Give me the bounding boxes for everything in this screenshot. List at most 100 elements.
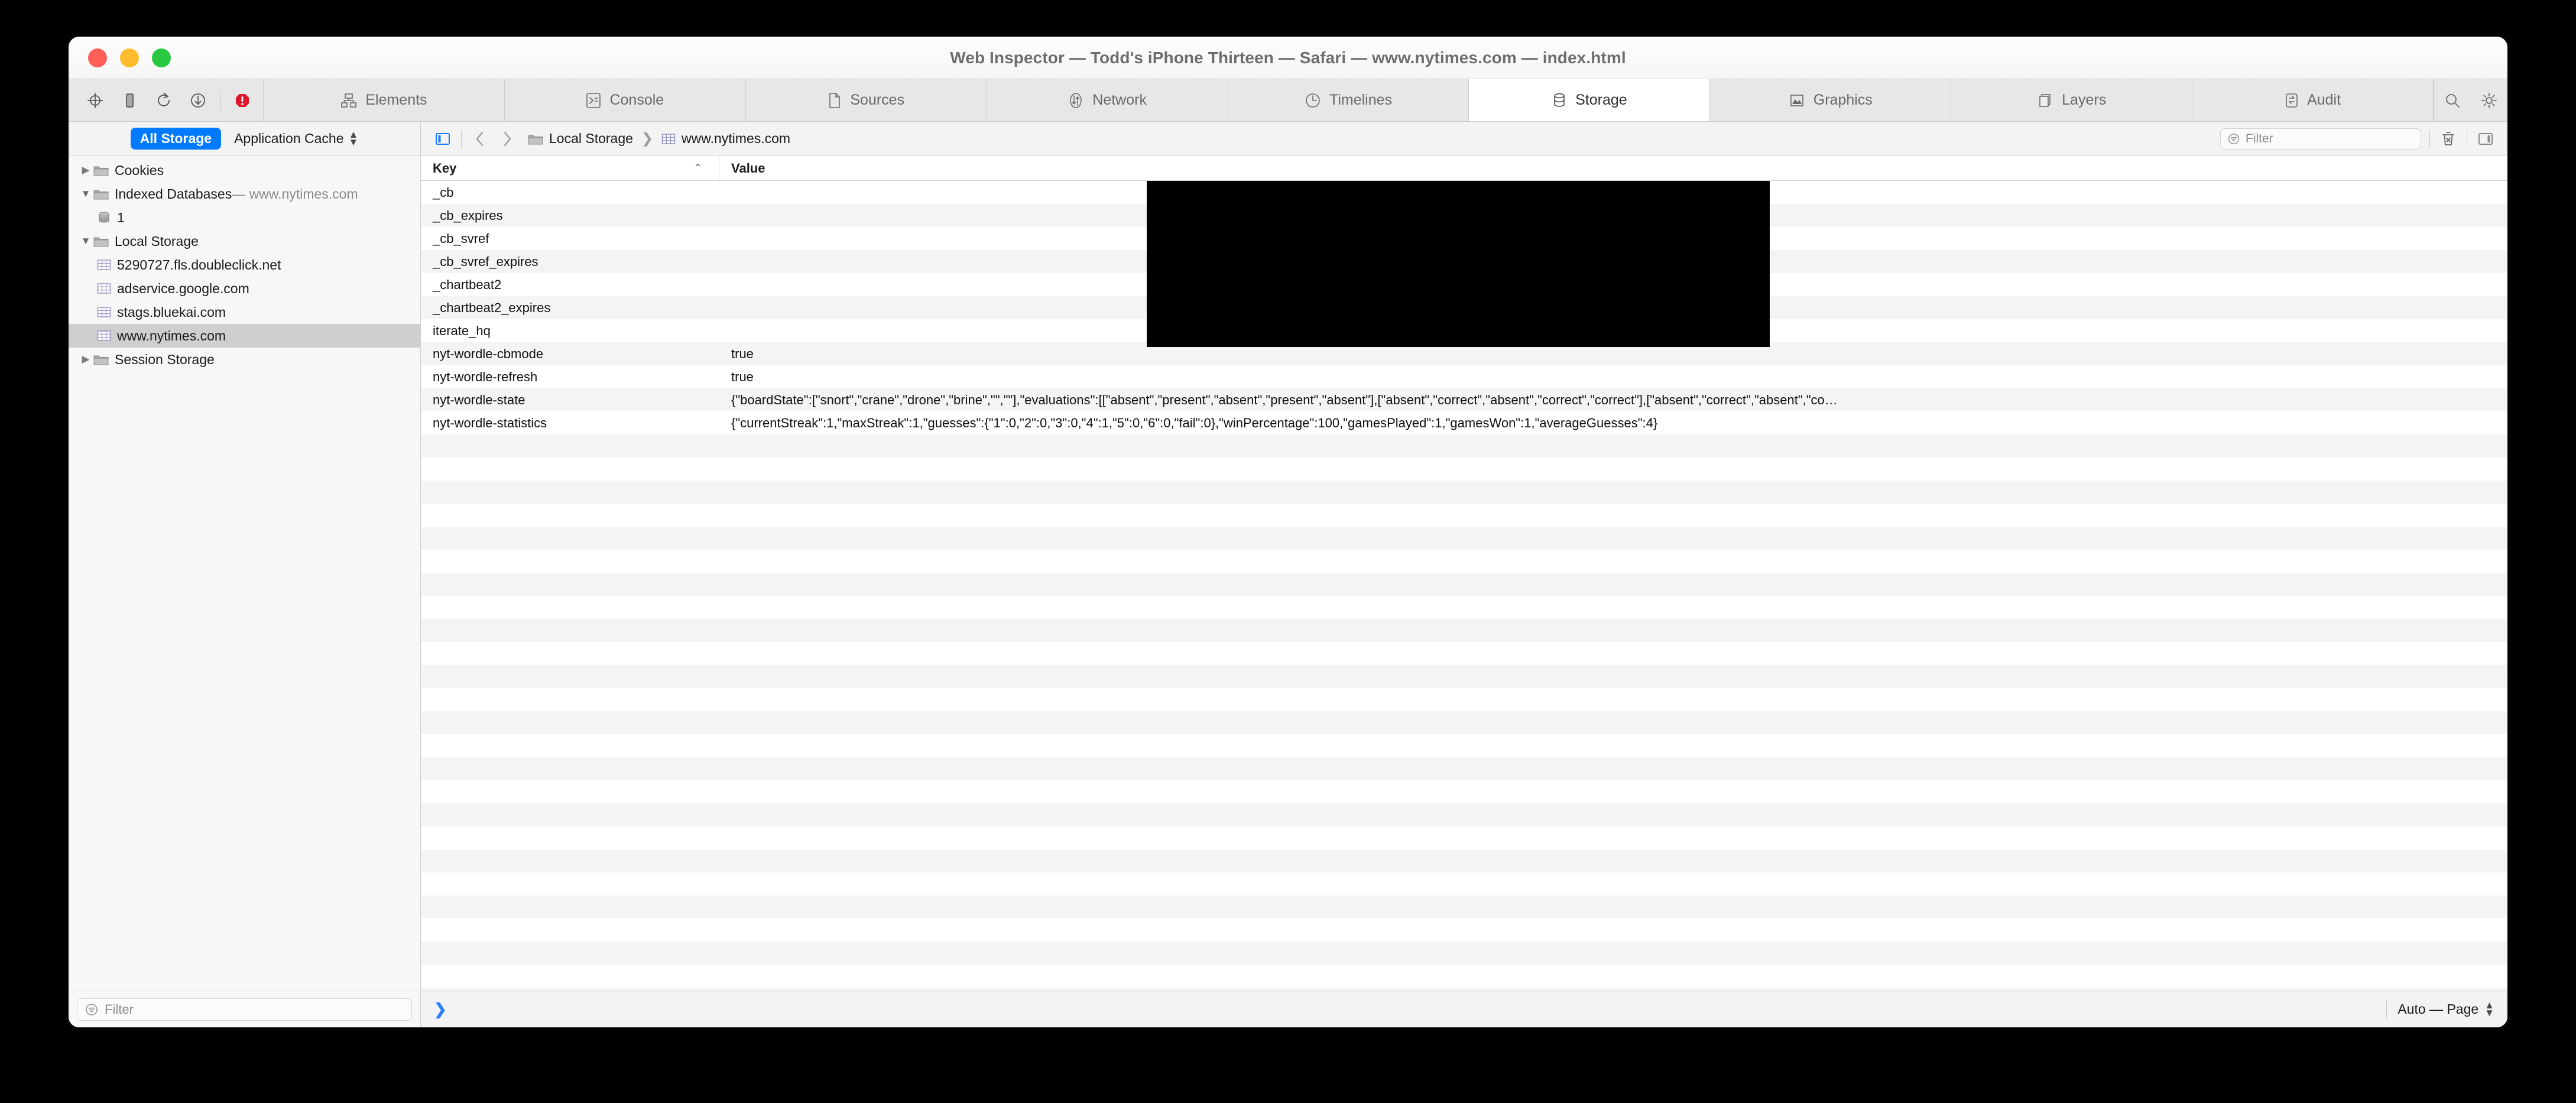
table-row[interactable] [421, 527, 2507, 550]
tab-console[interactable]: Console [504, 79, 746, 121]
inspect-element-icon[interactable] [78, 79, 112, 122]
search-icon[interactable] [2434, 79, 2471, 122]
table-row[interactable] [421, 458, 2507, 481]
cell-key [421, 711, 719, 734]
breadcrumb-item-local-storage[interactable]: Local Storage [528, 131, 633, 147]
cell-key [421, 665, 719, 688]
segment-all-storage[interactable]: All Storage [130, 128, 222, 150]
cell-key [421, 434, 719, 458]
tree-item-indexed-databases[interactable]: ▼ Indexed Databases — www.nytimes.com [69, 182, 420, 206]
segment-application-cache[interactable]: Application Cache ▲ ▼ [234, 129, 358, 147]
console-prompt-icon[interactable]: ❯ [434, 1000, 447, 1018]
tab-audit[interactable]: Audit [2192, 79, 2434, 121]
tree-item-doubleclick-net[interactable]: 5290727.fls.doubleclick.net [69, 253, 420, 277]
layers-icon [2037, 92, 2053, 109]
table-row[interactable] [421, 919, 2507, 942]
tree-item-cookies[interactable]: ▶ Cookies [69, 158, 420, 182]
cell-value: {"currentStreak":1,"maxStreak":1,"guesse… [731, 415, 1658, 430]
content-navigation-bar: Local Storage ❯ www.nytimes.com Filter [421, 122, 2507, 156]
sidebar-filter-input[interactable]: Filter [77, 998, 412, 1021]
table-row[interactable] [421, 573, 2507, 596]
tree-item-label: 5290727.fls.doubleclick.net [117, 257, 281, 272]
table-row[interactable] [421, 872, 2507, 896]
table-row[interactable] [421, 596, 2507, 619]
tab-label: Storage [1575, 92, 1627, 108]
table-row[interactable] [421, 665, 2507, 688]
cell-key [421, 550, 719, 573]
table-row[interactable]: nyt-wordle-state {"boardState":["snort","… [421, 388, 2507, 411]
tree-item-adservice-google-com[interactable]: adservice.google.com [69, 277, 420, 300]
tree-item-label: Indexed Databases [115, 186, 232, 202]
table-row[interactable] [421, 619, 2507, 642]
table-icon [97, 330, 111, 342]
storage-table: Key ⌃ Value _cb _cb_expires _cb_svref _cb_s… [421, 156, 2507, 991]
tab-elements[interactable]: Elements [264, 79, 505, 121]
tab-sources[interactable]: Sources [745, 79, 987, 121]
content-filter-input[interactable]: Filter [2220, 128, 2421, 150]
cell-key: iterate_hq [433, 323, 491, 338]
tab-graphics[interactable]: Graphics [1710, 79, 1952, 121]
tree-item-session-storage[interactable]: ▶ Session Storage [69, 348, 420, 371]
download-icon[interactable] [181, 79, 215, 122]
gear-icon[interactable] [2471, 79, 2507, 122]
tab-label: Timelines [1329, 92, 1393, 108]
cell-key: _cb_svref_expires [433, 254, 538, 269]
tab-timelines[interactable]: Timelines [1228, 79, 1469, 121]
breadcrumb-separator: ❯ [641, 131, 654, 147]
column-header-key[interactable]: Key ⌃ [421, 156, 719, 180]
table-row[interactable] [421, 849, 2507, 872]
table-row[interactable] [421, 504, 2507, 527]
table-row[interactable] [421, 688, 2507, 711]
filter-icon [2227, 132, 2240, 145]
table-row[interactable] [421, 826, 2507, 849]
reload-icon[interactable] [147, 79, 181, 122]
disclosure-triangle-collapsed-icon[interactable]: ▶ [78, 353, 93, 365]
table-row[interactable] [421, 803, 2507, 826]
table-row[interactable] [421, 481, 2507, 504]
nav-forward-button[interactable] [494, 122, 521, 156]
tree-item-www-nytimes-com[interactable]: www.nytimes.com [69, 324, 420, 348]
cell-value [719, 942, 2507, 965]
clear-storage-icon[interactable] [2435, 122, 2462, 156]
table-row[interactable]: nyt-wordle-statistics {"currentStreak":1,… [421, 411, 2507, 434]
tree-item-label: stags.bluekai.com [117, 304, 226, 320]
tree-item-stags-bluekai-com[interactable]: stags.bluekai.com [69, 300, 420, 324]
tab-label: Console [609, 92, 664, 108]
disclosure-triangle-expanded-icon[interactable]: ▼ [78, 235, 93, 247]
chevron-updown-icon: ▲ ▼ [2484, 1000, 2494, 1018]
tab-network[interactable]: Network [987, 79, 1228, 121]
cell-key: _chartbeat2 [433, 277, 502, 292]
toggle-details-sidebar-button[interactable] [2472, 122, 2499, 156]
tab-label: Graphics [1813, 92, 1873, 108]
cell-value [719, 872, 2507, 896]
table-row[interactable] [421, 711, 2507, 734]
table-row[interactable] [421, 896, 2507, 919]
error-badge-icon[interactable] [225, 79, 259, 122]
cell-value: true [731, 369, 754, 384]
tab-storage[interactable]: Storage [1469, 79, 1711, 121]
table-row[interactable] [421, 942, 2507, 965]
column-header-value[interactable]: Value [719, 156, 2507, 180]
storage-scope-selector: All Storage Application Cache ▲ ▼ [69, 122, 420, 156]
table-row[interactable] [421, 988, 2507, 991]
tab-label: Elements [365, 92, 427, 108]
disclosure-triangle-expanded-icon[interactable]: ▼ [78, 188, 93, 200]
tree-item-database-1[interactable]: 1 [69, 206, 420, 229]
tab-layers[interactable]: Layers [1951, 79, 2193, 121]
table-row[interactable] [421, 734, 2507, 757]
table-row[interactable] [421, 642, 2507, 665]
disclosure-triangle-collapsed-icon[interactable]: ▶ [78, 164, 93, 176]
table-row[interactable] [421, 780, 2507, 803]
appearance-popup[interactable]: Auto — Page ▲ ▼ [2397, 1000, 2494, 1018]
table-row[interactable] [421, 550, 2507, 573]
breadcrumb-item-www-nytimes-com[interactable]: www.nytimes.com [661, 131, 790, 147]
table-row[interactable] [421, 757, 2507, 780]
tree-item-local-storage[interactable]: ▼ Local Storage [69, 229, 420, 253]
toggle-sidebar-button[interactable] [429, 122, 456, 156]
table-row[interactable] [421, 965, 2507, 988]
table-row[interactable]: nyt-wordle-refresh true [421, 365, 2507, 388]
device-mode-icon[interactable] [112, 79, 147, 122]
cell-value [719, 711, 2507, 734]
nav-back-button[interactable] [466, 122, 494, 156]
table-row[interactable] [421, 434, 2507, 458]
